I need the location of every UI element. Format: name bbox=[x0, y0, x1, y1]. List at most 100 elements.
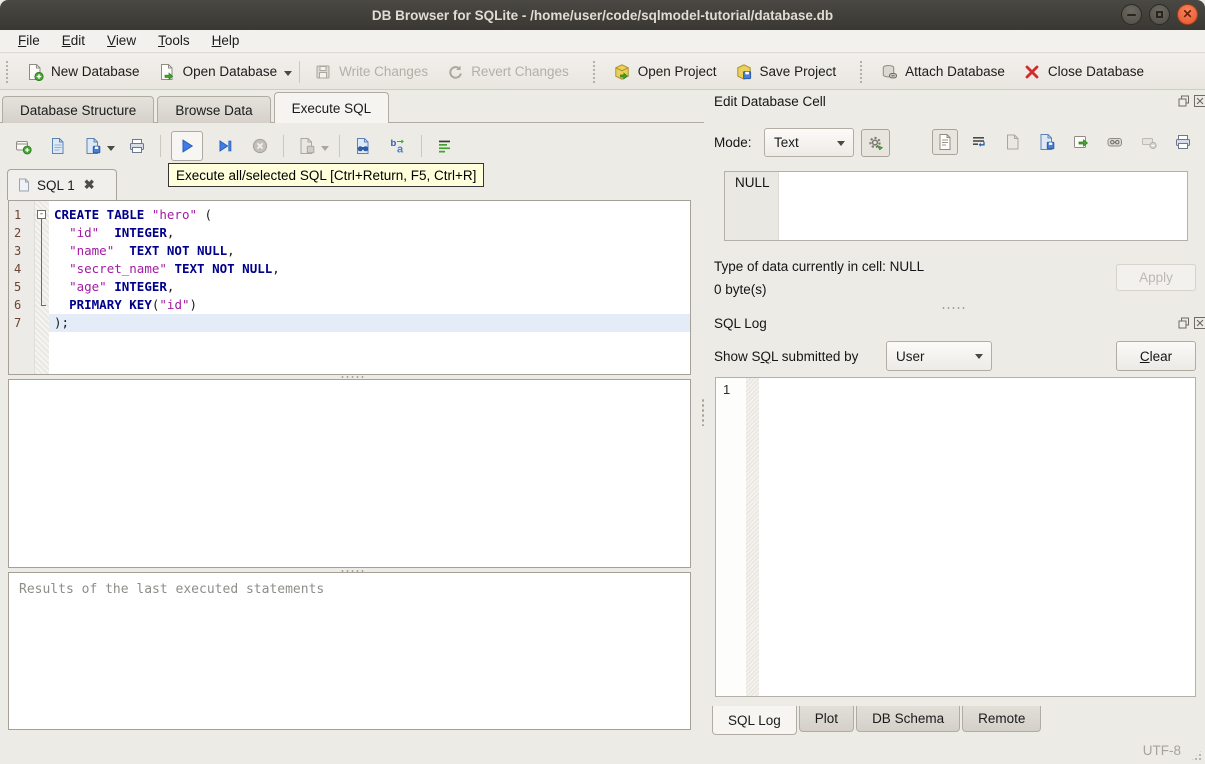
titlebar[interactable]: DB Browser for SQLite - /home/user/code/… bbox=[0, 0, 1205, 30]
open-external-button[interactable] bbox=[1102, 129, 1128, 155]
menu-view[interactable]: View bbox=[99, 31, 144, 51]
new-tab-icon bbox=[16, 140, 32, 154]
set-null-button[interactable] bbox=[1136, 129, 1162, 155]
window-controls: ✕ bbox=[1121, 4, 1198, 25]
replace-button[interactable]: ba bbox=[385, 133, 411, 159]
open-project-icon bbox=[615, 63, 629, 80]
menu-edit[interactable]: Edit bbox=[54, 31, 93, 51]
cell-toolbar bbox=[932, 129, 1196, 155]
save-project-icon bbox=[736, 63, 751, 80]
dock-tab-plot[interactable]: Plot bbox=[798, 706, 855, 732]
toolbar-drag-handle[interactable] bbox=[859, 59, 865, 84]
sql-log-panel-controls bbox=[1178, 317, 1205, 329]
dock-splitter-handle[interactable] bbox=[941, 306, 967, 310]
cell-size-info: 0 byte(s) bbox=[714, 282, 767, 297]
attach-database-button[interactable]: Attach Database bbox=[871, 57, 1014, 87]
save-results-dropdown-icon[interactable] bbox=[321, 146, 329, 155]
cell-value-content[interactable] bbox=[779, 172, 1187, 240]
log-content[interactable] bbox=[759, 378, 1195, 696]
dock-tab-db-schema[interactable]: DB Schema bbox=[856, 706, 961, 732]
float-panel-icon[interactable] bbox=[1178, 317, 1190, 329]
import-cell-icon bbox=[1040, 134, 1055, 150]
save-sql-dropdown-icon[interactable] bbox=[107, 146, 115, 155]
results-message-pane[interactable]: Results of the last executed statements bbox=[8, 572, 691, 730]
revert-changes-button[interactable]: Revert Changes bbox=[437, 57, 578, 87]
find-icon bbox=[357, 137, 369, 154]
maximize-icon[interactable] bbox=[1149, 4, 1170, 25]
print-button[interactable] bbox=[124, 133, 150, 159]
new-tab-button[interactable] bbox=[10, 133, 36, 159]
cell-value-text: NULL bbox=[735, 175, 770, 190]
print-cell-button[interactable] bbox=[1170, 129, 1196, 155]
text-mode-icon bbox=[939, 134, 951, 150]
sql-file-tab[interactable]: SQL 1 ✖ bbox=[7, 169, 117, 200]
dock-tab-sql-log[interactable]: SQL Log bbox=[712, 706, 797, 735]
float-panel-icon[interactable] bbox=[1178, 95, 1190, 107]
close-panel-icon[interactable] bbox=[1194, 317, 1205, 329]
apply-button[interactable]: Apply bbox=[1116, 264, 1196, 291]
text-mode-button[interactable] bbox=[932, 129, 958, 155]
import-cell-button[interactable] bbox=[1034, 129, 1060, 155]
sql-toolbar-separator bbox=[283, 134, 284, 157]
stop-button[interactable] bbox=[247, 133, 273, 159]
tab-browse-data[interactable]: Browse Data bbox=[157, 96, 271, 123]
replace-icon: ba bbox=[391, 138, 405, 155]
resize-grip-icon[interactable] bbox=[1190, 749, 1203, 762]
save-sql-file-button[interactable] bbox=[80, 133, 106, 159]
attach-database-icon bbox=[882, 64, 898, 78]
open-sql-file-button[interactable] bbox=[45, 133, 71, 159]
clear-log-button[interactable]: Clear bbox=[1116, 341, 1196, 371]
mode-select[interactable]: Text bbox=[764, 128, 854, 157]
execute-line-button[interactable] bbox=[212, 133, 238, 159]
toolbar-drag-handle[interactable] bbox=[591, 59, 597, 84]
close-panel-icon[interactable] bbox=[1194, 95, 1205, 107]
vertical-splitter-handle[interactable] bbox=[701, 398, 705, 426]
sql-code-editor[interactable]: 1234567 - CREATE TABLE "hero" ( "id" INT… bbox=[8, 200, 691, 375]
word-wrap-button[interactable] bbox=[966, 129, 992, 155]
open-database-dropdown-icon[interactable] bbox=[284, 71, 293, 80]
sql-toolbar-separator bbox=[421, 134, 422, 157]
print-cell-icon bbox=[1176, 135, 1190, 149]
cell-type-info: Type of data currently in cell: NULL bbox=[714, 259, 925, 274]
open-database-button[interactable]: Open Database bbox=[149, 57, 287, 87]
export-cell-button[interactable] bbox=[1068, 129, 1094, 155]
save-cell-icon bbox=[1007, 134, 1019, 150]
find-button[interactable] bbox=[350, 133, 376, 159]
close-database-button[interactable]: Close Database bbox=[1014, 57, 1153, 87]
format-sql-button[interactable] bbox=[432, 133, 458, 159]
save-cell-button[interactable] bbox=[1000, 129, 1026, 155]
menubar: File Edit View Tools Help bbox=[0, 30, 1205, 53]
auto-apply-gear-icon bbox=[868, 136, 883, 151]
save-results-button[interactable] bbox=[294, 133, 320, 159]
results-grid-pane[interactable] bbox=[8, 379, 691, 568]
new-database-button[interactable]: New Database bbox=[17, 57, 149, 87]
cell-value-editor[interactable]: NULL bbox=[724, 171, 1188, 241]
save-project-button[interactable]: Save Project bbox=[726, 57, 846, 87]
toolbar-drag-handle[interactable] bbox=[5, 59, 10, 84]
minimize-icon[interactable] bbox=[1121, 4, 1142, 25]
edit-cell-panel-controls bbox=[1178, 95, 1205, 107]
execute-tooltip: Execute all/selected SQL [Ctrl+Return, F… bbox=[168, 163, 485, 187]
menu-tools[interactable]: Tools bbox=[150, 31, 198, 51]
execute-all-button[interactable] bbox=[171, 130, 203, 161]
stop-icon bbox=[252, 138, 268, 153]
auto-apply-button[interactable] bbox=[861, 129, 890, 157]
close-tab-icon[interactable]: ✖ bbox=[84, 177, 95, 193]
sql-toolbar-separator bbox=[160, 134, 161, 157]
menu-help[interactable]: Help bbox=[204, 31, 248, 51]
tab-execute-sql[interactable]: Execute SQL bbox=[273, 92, 390, 123]
sql-log-view[interactable]: 1 bbox=[715, 377, 1196, 697]
encoding-indicator: UTF-8 bbox=[1142, 743, 1181, 758]
menu-file[interactable]: File bbox=[10, 31, 48, 51]
dock-tab-remote[interactable]: Remote bbox=[962, 706, 1042, 732]
editor-code-lines[interactable]: CREATE TABLE "hero" ( "id" INTEGER, "nam… bbox=[49, 201, 690, 374]
tab-database-structure[interactable]: Database Structure bbox=[2, 96, 155, 123]
close-icon[interactable]: ✕ bbox=[1177, 4, 1198, 25]
svg-text:a: a bbox=[397, 143, 404, 155]
write-changes-button[interactable]: Write Changes bbox=[305, 57, 437, 87]
save-results-icon bbox=[300, 137, 315, 154]
sql-log-filter-select[interactable]: User bbox=[886, 341, 992, 371]
mode-label: Mode: bbox=[714, 135, 752, 150]
editor-fold-margin[interactable]: - bbox=[35, 201, 49, 374]
open-project-button[interactable]: Open Project bbox=[604, 57, 726, 87]
